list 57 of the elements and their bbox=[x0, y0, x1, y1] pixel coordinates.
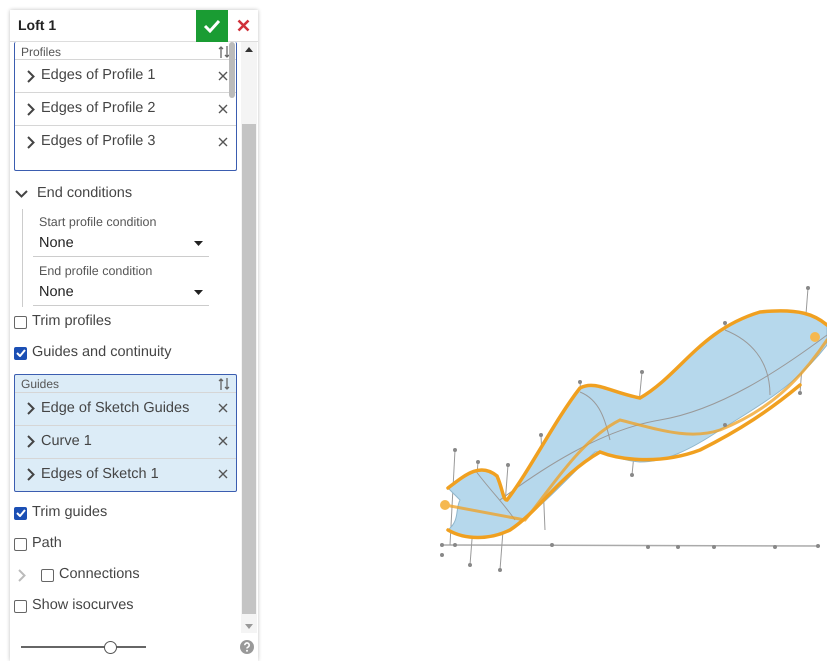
checkbox-label: Trim guides bbox=[32, 503, 108, 522]
scroll-thumb[interactable] bbox=[229, 42, 235, 98]
scroll-up-icon[interactable] bbox=[245, 46, 253, 52]
scroll-thumb[interactable] bbox=[242, 124, 256, 614]
checkbox-label: Guides and continuity bbox=[32, 343, 172, 362]
accept-button[interactable] bbox=[196, 10, 228, 42]
checkbox[interactable] bbox=[41, 568, 54, 582]
list-label: Profiles bbox=[21, 44, 62, 60]
list-item[interactable]: Edges of Sketch 1 bbox=[41, 464, 212, 486]
list-item[interactable]: Edges of Profile 3 bbox=[41, 131, 212, 153]
list-item[interactable]: Edge of Sketch Guides bbox=[41, 398, 212, 420]
field-label: Start profile condition bbox=[39, 214, 158, 231]
close-icon bbox=[218, 70, 228, 81]
checkbox[interactable] bbox=[14, 316, 27, 328]
caret-icon bbox=[194, 290, 203, 295]
list-item[interactable]: Edges of Profile 2 bbox=[41, 98, 212, 120]
field-label: End profile condition bbox=[39, 262, 154, 280]
checkbox-label: Trim profiles bbox=[32, 312, 112, 332]
scroll-down-icon[interactable] bbox=[245, 624, 253, 628]
dialog-title: Loft 1 bbox=[17, 16, 58, 35]
chevron-right-icon[interactable] bbox=[27, 70, 35, 82]
checkbox-label: Path bbox=[32, 534, 62, 554]
section-header[interactable]: End conditions bbox=[37, 182, 132, 204]
chevron-right-icon[interactable] bbox=[27, 435, 35, 448]
close-icon bbox=[236, 19, 250, 32]
sort-icon[interactable] bbox=[218, 44, 230, 58]
field-value: None bbox=[39, 234, 74, 253]
checkbox[interactable] bbox=[14, 600, 27, 612]
selection-list[interactable]: Guides Edge of Sketch Guides Curve 1 Edges of Sketch 1 bbox=[14, 374, 237, 492]
checkbox-label: Show isocurves bbox=[32, 596, 134, 616]
scrollbar[interactable] bbox=[241, 42, 257, 633]
chevron-down-icon[interactable] bbox=[15, 190, 28, 198]
caret-icon bbox=[194, 241, 203, 246]
checkbox-label: Connections bbox=[59, 565, 140, 584]
chevron-right-icon[interactable] bbox=[27, 402, 35, 415]
checkbox[interactable] bbox=[14, 538, 27, 550]
chevron-right-icon[interactable] bbox=[27, 468, 35, 481]
sort-icon[interactable] bbox=[218, 377, 230, 391]
check-icon bbox=[203, 18, 221, 32]
close-icon bbox=[218, 436, 228, 446]
dropdown-field[interactable]: End profile condition None bbox=[33, 258, 209, 306]
checkbox[interactable] bbox=[14, 506, 27, 520]
close-icon bbox=[218, 104, 228, 114]
close-icon bbox=[218, 136, 228, 147]
list-item[interactable]: Curve 1 bbox=[41, 430, 212, 452]
selection-list[interactable]: Profiles Edges of Profile 1 Edges of Profile 2 Edges of Profile 3 bbox=[14, 42, 237, 171]
list-label: Guides bbox=[21, 376, 60, 393]
close-icon bbox=[218, 403, 228, 414]
dropdown-field[interactable]: Start profile condition None bbox=[33, 209, 209, 257]
close-icon bbox=[218, 469, 228, 480]
field-value: None bbox=[39, 282, 74, 302]
list-item[interactable]: Edges of Profile 1 bbox=[41, 65, 212, 87]
chevron-right-icon[interactable] bbox=[27, 102, 35, 116]
chevron-right-icon[interactable] bbox=[27, 136, 35, 148]
checkbox[interactable] bbox=[14, 346, 27, 360]
slider-thumb[interactable] bbox=[104, 640, 117, 654]
help-icon[interactable] bbox=[240, 640, 254, 654]
